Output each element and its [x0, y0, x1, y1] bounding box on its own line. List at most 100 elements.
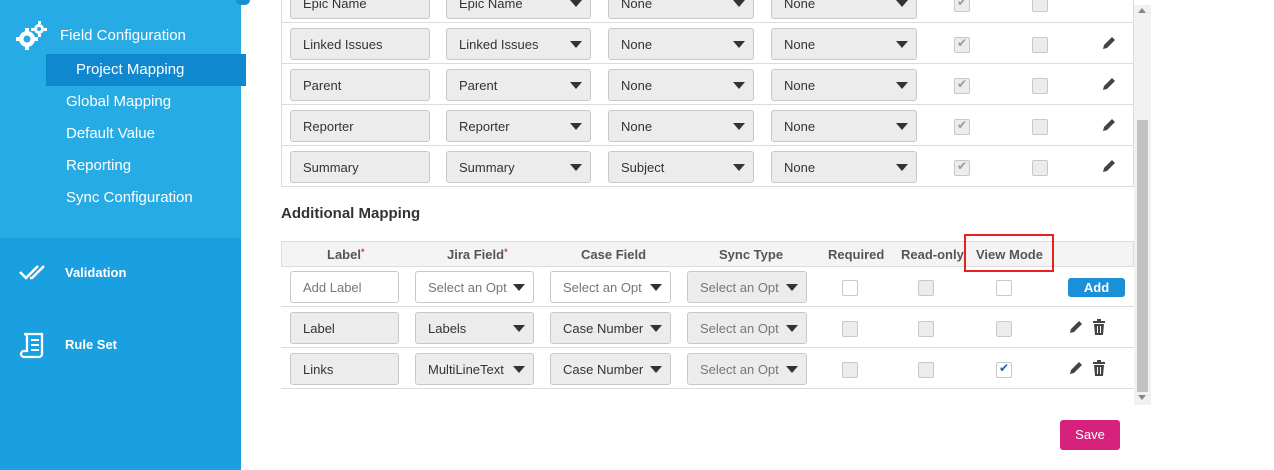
trash-icon[interactable] [1092, 360, 1106, 376]
table-row-new: Add Label Select an Opt Select an Opt Se… [281, 266, 1134, 307]
pencil-icon[interactable] [1068, 360, 1084, 376]
save-button[interactable]: Save [1060, 420, 1120, 450]
label-field[interactable]: Reporter [290, 110, 430, 142]
sync-type-select[interactable]: Select an Opt [687, 353, 807, 385]
readonly-checkbox[interactable] [1032, 0, 1048, 12]
required-checkbox[interactable]: ✔ [954, 36, 970, 53]
jira-field-value: MultiLineText [428, 362, 504, 377]
jira-field-select[interactable]: Epic Name [446, 0, 591, 19]
pencil-icon[interactable] [1101, 35, 1117, 51]
case-field-select[interactable]: Select an Opt [550, 271, 671, 303]
case-field-value: None [621, 37, 653, 52]
readonly-checkbox[interactable] [1032, 78, 1048, 94]
sidebar-item-rule-set[interactable]: Rule Set [18, 331, 117, 359]
sync-type-value: Select an Opt [700, 362, 779, 377]
jira-field-select[interactable]: Summary [446, 151, 591, 183]
readonly-checkbox[interactable] [918, 362, 934, 378]
chevron-down-icon [896, 123, 908, 130]
table-row: Label Labels Case Number Select an Opt [281, 307, 1134, 348]
chevron-down-icon [786, 366, 798, 373]
case-field-select[interactable]: Case Number [550, 312, 671, 344]
sync-type-select[interactable]: Select an Opt [687, 312, 807, 344]
case-field-value: Subject [621, 160, 665, 175]
header-jira-field: Jira Field* [447, 247, 508, 262]
chevron-down-icon [650, 284, 662, 291]
label-field[interactable]: Links [290, 353, 399, 385]
required-checkbox[interactable] [842, 321, 858, 337]
readonly-checkbox[interactable] [1032, 160, 1048, 176]
chevron-down-icon [650, 325, 662, 332]
sidebar-item-reporting[interactable]: Reporting [66, 157, 131, 174]
check-icon: ✔ [957, 36, 968, 50]
readonly-checkbox[interactable] [1032, 119, 1048, 135]
jira-field-select[interactable]: Labels [415, 312, 534, 344]
additional-mapping-title: Additional Mapping [281, 205, 421, 222]
check-icon: ✔ [957, 77, 968, 91]
sidebar-item-sync-configuration[interactable]: Sync Configuration [66, 189, 193, 206]
scroll-down-arrow-icon[interactable] [1138, 395, 1146, 400]
check-icon: ✔ [957, 118, 968, 132]
chevron-down-icon [896, 82, 908, 89]
table-row: Linked Issues Linked Issues None None ✔ [281, 23, 1134, 64]
sync-type-value: None [784, 160, 816, 175]
readonly-checkbox[interactable] [1032, 37, 1048, 53]
required-checkbox[interactable]: ✔ [954, 118, 970, 135]
vertical-scrollbar[interactable] [1134, 5, 1151, 405]
jira-field-select[interactable]: MultiLineText [415, 353, 534, 385]
sync-type-select[interactable]: None [771, 28, 917, 60]
case-field-select[interactable]: None [608, 0, 754, 19]
jira-field-select[interactable]: Linked Issues [446, 28, 591, 60]
sidebar-item-validation[interactable]: Validation [18, 262, 126, 282]
view-mode-checkbox[interactable] [996, 321, 1012, 337]
sidebar-item-project-mapping[interactable]: Project Mapping [46, 54, 246, 86]
readonly-checkbox[interactable] [918, 280, 934, 296]
sync-type-select[interactable]: None [771, 110, 917, 142]
pencil-icon[interactable] [1101, 117, 1117, 133]
trash-icon[interactable] [1092, 319, 1106, 335]
case-field-select[interactable]: Subject [608, 151, 754, 183]
sidebar-item-field-configuration[interactable]: Field Configuration [14, 20, 186, 52]
label-field[interactable]: Parent [290, 69, 430, 101]
chevron-down-icon [570, 41, 582, 48]
readonly-checkbox[interactable] [918, 321, 934, 337]
required-mark: * [504, 247, 508, 257]
jira-field-value: Select an Opt [428, 280, 507, 295]
add-button[interactable]: Add [1068, 278, 1125, 297]
label-field[interactable]: Epic Name [290, 0, 430, 19]
case-field-select[interactable]: Case Number [550, 353, 671, 385]
sidebar-item-global-mapping[interactable]: Global Mapping [66, 93, 171, 110]
sync-type-select[interactable]: Select an Opt [687, 271, 807, 303]
view-mode-checkbox[interactable] [996, 280, 1012, 296]
case-field-select[interactable]: None [608, 28, 754, 60]
sidebar-item-default-value[interactable]: Default Value [66, 125, 155, 142]
required-checkbox[interactable]: ✔ [954, 159, 970, 176]
required-checkbox[interactable] [842, 280, 858, 296]
scroll-up-arrow-icon[interactable] [1138, 8, 1146, 13]
jira-field-select[interactable]: Parent [446, 69, 591, 101]
view-mode-checkbox[interactable]: ✔ [996, 361, 1012, 378]
sync-type-select[interactable]: None [771, 151, 917, 183]
sync-type-value: Select an Opt [700, 280, 779, 295]
label-field[interactable]: Linked Issues [290, 28, 430, 60]
sync-type-select[interactable]: None [771, 69, 917, 101]
pencil-icon[interactable] [1101, 158, 1117, 174]
jira-field-value: Reporter [459, 119, 510, 134]
required-checkbox[interactable]: ✔ [954, 0, 970, 12]
jira-field-select[interactable]: Reporter [446, 110, 591, 142]
pencil-icon[interactable] [1068, 319, 1084, 335]
label-field[interactable]: Summary [290, 151, 430, 183]
sync-type-select[interactable]: None [771, 0, 917, 19]
case-field-select[interactable]: None [608, 110, 754, 142]
jira-field-select[interactable]: Select an Opt [415, 271, 534, 303]
required-checkbox[interactable] [842, 362, 858, 378]
case-field-select[interactable]: None [608, 69, 754, 101]
required-checkbox[interactable]: ✔ [954, 77, 970, 94]
table-row: Reporter Reporter None None ✔ [281, 105, 1134, 146]
chevron-down-icon [733, 82, 745, 89]
add-label-input[interactable]: Add Label [290, 271, 399, 303]
pencil-icon[interactable] [1101, 76, 1117, 92]
label-field[interactable]: Label [290, 312, 399, 344]
scroll-icon [19, 332, 44, 359]
scrollbar-thumb[interactable] [1137, 120, 1148, 392]
case-field-value: Case Number [563, 362, 644, 377]
